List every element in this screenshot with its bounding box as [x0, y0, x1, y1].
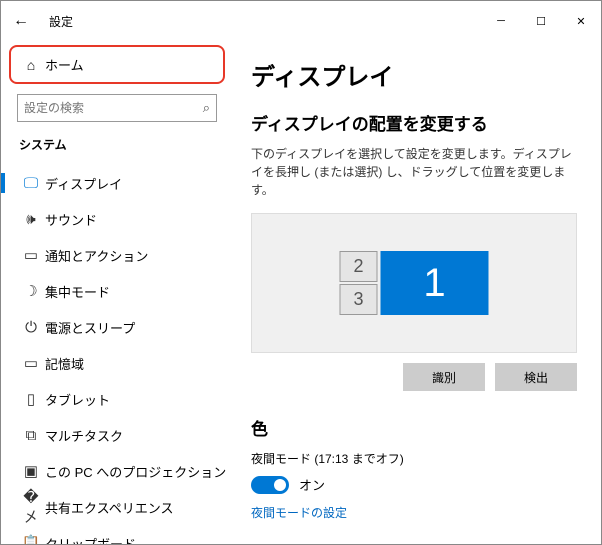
- title-bar: ← 設定 ─ ☐ ✕: [1, 1, 601, 41]
- shared-icon: �㐅: [17, 488, 45, 527]
- maximize-button[interactable]: ☐: [521, 5, 561, 37]
- sidebar-item-display[interactable]: 🖵 ディスプレイ: [1, 165, 233, 201]
- sidebar-item-shared[interactable]: �㐅 共有エクスペリエンス: [1, 489, 233, 525]
- sidebar-item-label: 集中モード: [45, 282, 110, 301]
- sidebar-item-label: ディスプレイ: [45, 174, 122, 193]
- notifications-icon: ▭: [17, 246, 45, 264]
- sidebar-item-storage[interactable]: ▭ 記憶域: [1, 345, 233, 381]
- sidebar-item-label: 電源とスリープ: [45, 318, 135, 337]
- detect-button[interactable]: 検出: [495, 363, 577, 391]
- arrange-description: 下のディスプレイを選択して設定を変更します。ディスプレイを長押し (または選択)…: [251, 145, 577, 199]
- back-button[interactable]: ←: [1, 12, 41, 30]
- sidebar-item-label: 共有エクスペリエンス: [45, 498, 173, 517]
- clipboard-icon: 📋: [17, 534, 45, 544]
- display-arrangement[interactable]: 2 3 1: [251, 213, 577, 353]
- home-icon: ⌂: [17, 57, 45, 73]
- sound-icon: 🕪: [17, 211, 45, 228]
- storage-icon: ▭: [17, 354, 45, 372]
- home-button[interactable]: ⌂ ホーム: [9, 45, 225, 84]
- sidebar-item-notifications[interactable]: ▭ 通知とアクション: [1, 237, 233, 273]
- monitor-1[interactable]: 1: [381, 251, 489, 315]
- sidebar-item-label: サウンド: [45, 210, 97, 229]
- power-icon: ⏻: [17, 319, 45, 336]
- window-title: 設定: [41, 13, 481, 30]
- sidebar-item-tablet[interactable]: ▯ タブレット: [1, 381, 233, 417]
- search-icon: ⌕: [203, 100, 210, 116]
- sidebar-item-label: 記憶域: [45, 354, 84, 373]
- sidebar-item-label: マルチタスク: [45, 426, 123, 445]
- home-label: ホーム: [45, 55, 84, 74]
- arrangement-buttons: 識別 検出: [251, 363, 577, 391]
- search-input[interactable]: [24, 101, 203, 115]
- minimize-button[interactable]: ─: [481, 5, 521, 37]
- toggle-state-label: オン: [299, 475, 325, 494]
- sidebar-item-clipboard[interactable]: 📋 クリップボード: [1, 525, 233, 544]
- page-title: ディスプレイ: [251, 57, 577, 92]
- category-heading: システム: [19, 136, 215, 153]
- sidebar: ⌂ ホーム ⌕ システム 🖵 ディスプレイ 🕪 サウンド ▭ 通知とアクション: [1, 41, 241, 544]
- monitors-group: 2 3 1: [340, 251, 489, 315]
- sidebar-item-label: この PC へのプロジェクション: [45, 462, 226, 481]
- color-heading: 色: [251, 415, 577, 440]
- monitor-3[interactable]: 3: [340, 284, 378, 315]
- window-controls: ─ ☐ ✕: [481, 5, 601, 37]
- search-box[interactable]: ⌕: [17, 94, 217, 122]
- night-mode-label: 夜間モード (17:13 までオフ): [251, 450, 577, 467]
- settings-window: ← 設定 ─ ☐ ✕ ⌂ ホーム ⌕ システム 🖵 ディスプレイ 🕪: [0, 0, 602, 545]
- focus-icon: ☽: [17, 282, 45, 300]
- sidebar-item-label: タブレット: [45, 390, 110, 409]
- sidebar-item-projection[interactable]: ▣ この PC へのプロジェクション: [1, 453, 233, 489]
- night-mode-settings-link[interactable]: 夜間モードの設定: [251, 504, 347, 521]
- multitask-icon: ⧉: [17, 427, 45, 444]
- monitor-2[interactable]: 2: [340, 251, 378, 282]
- sidebar-item-power[interactable]: ⏻ 電源とスリープ: [1, 309, 233, 345]
- night-mode-toggle[interactable]: [251, 476, 289, 494]
- sidebar-item-label: 通知とアクション: [45, 246, 148, 265]
- sidebar-item-label: クリップボード: [45, 534, 136, 545]
- night-mode-row: オン: [251, 475, 577, 494]
- display-icon: 🖵: [17, 175, 45, 192]
- sidebar-item-sound[interactable]: 🕪 サウンド: [1, 201, 233, 237]
- arrange-heading: ディスプレイの配置を変更する: [251, 110, 577, 135]
- projection-icon: ▣: [17, 462, 45, 480]
- content: ディスプレイ ディスプレイの配置を変更する 下のディスプレイを選択して設定を変更…: [241, 41, 601, 544]
- sidebar-item-focus[interactable]: ☽ 集中モード: [1, 273, 233, 309]
- identify-button[interactable]: 識別: [403, 363, 485, 391]
- window-body: ⌂ ホーム ⌕ システム 🖵 ディスプレイ 🕪 サウンド ▭ 通知とアクション: [1, 41, 601, 544]
- sidebar-item-multitask[interactable]: ⧉ マルチタスク: [1, 417, 233, 453]
- close-button[interactable]: ✕: [561, 5, 601, 37]
- tablet-icon: ▯: [17, 390, 45, 408]
